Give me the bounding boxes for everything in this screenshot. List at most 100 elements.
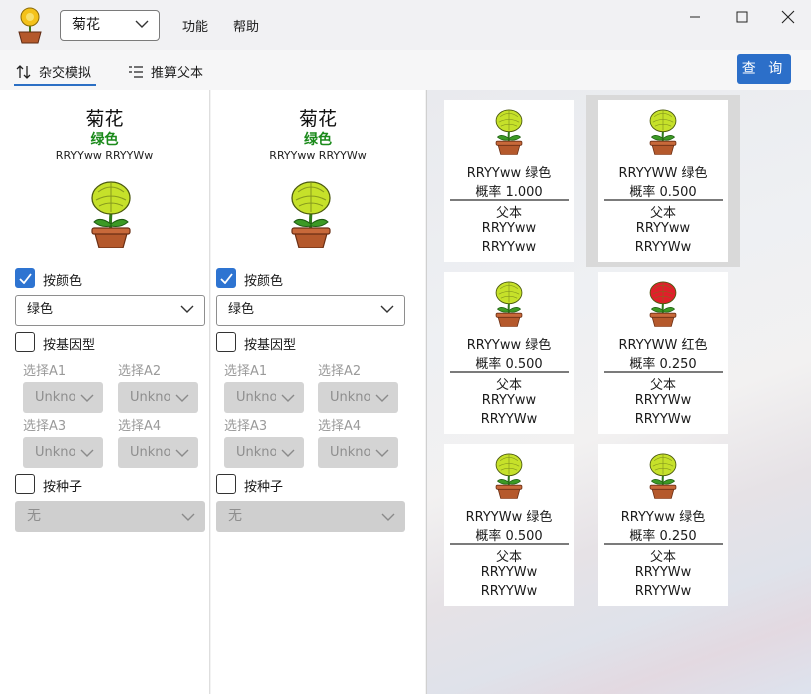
seed-select[interactable]: 无 bbox=[216, 501, 405, 532]
result-parent-2: RRYYww bbox=[481, 240, 537, 255]
color-select-value: 绿色 bbox=[228, 302, 255, 317]
flower-icon bbox=[646, 449, 680, 501]
result-parent-label: 父本 bbox=[495, 550, 522, 565]
select-a3[interactable]: Unknown bbox=[23, 437, 103, 468]
result-card[interactable]: RRYYww 绿色 概率 0.250 父本 RRYYWw RRYYWw bbox=[598, 444, 728, 606]
result-genotype-color: RRYYWw 绿色 bbox=[465, 510, 553, 525]
tab-cross-label: 杂交模拟 bbox=[39, 66, 92, 81]
by-seed-checkbox[interactable] bbox=[216, 474, 236, 494]
title-bar: 菊花 功能 帮助 bbox=[0, 0, 811, 50]
result-probability: 概率 0.500 bbox=[475, 357, 543, 372]
chevron-down-icon bbox=[175, 448, 189, 458]
chevron-down-icon bbox=[80, 393, 94, 403]
by-seed-label: 按种子 bbox=[244, 480, 284, 495]
color-select[interactable]: 绿色 bbox=[216, 295, 405, 326]
chevron-down-icon bbox=[180, 304, 194, 314]
by-color-checkbox[interactable] bbox=[15, 268, 35, 288]
query-button[interactable]: 查 询 bbox=[737, 54, 791, 84]
flower-type-value: 菊花 bbox=[72, 17, 100, 33]
by-seed-label: 按种子 bbox=[43, 480, 83, 495]
color-select-value: 绿色 bbox=[27, 302, 54, 317]
by-color-label: 按颜色 bbox=[43, 274, 83, 289]
result-card[interactable]: RRYYWW 红色 概率 0.250 父本 RRYYWw RRYYWw bbox=[598, 272, 728, 434]
chevron-down-icon bbox=[281, 448, 295, 458]
select-a4-value: Unknown bbox=[130, 445, 170, 460]
minimize-icon[interactable] bbox=[685, 8, 705, 26]
flower-icon bbox=[646, 105, 680, 157]
menu-function[interactable]: 功能 bbox=[182, 16, 208, 35]
tab-infer-parent[interactable]: 推算父本 bbox=[128, 62, 203, 81]
maximize-icon[interactable] bbox=[732, 8, 752, 26]
parent-panel-1: 菊花 绿色 RRYYww RRYYWw 按颜色 绿色 按基因型 选择A1 选择A… bbox=[0, 90, 210, 694]
select-a2[interactable]: Unknown bbox=[118, 382, 198, 413]
select-a4-value: Unknown bbox=[330, 445, 370, 460]
result-probability: 概率 1.000 bbox=[475, 185, 543, 200]
result-parent-1: RRYYww bbox=[481, 221, 537, 236]
checkmark-icon bbox=[19, 273, 32, 284]
flower-type-select[interactable]: 菊花 bbox=[60, 10, 160, 41]
result-genotype-color: RRYYww 绿色 bbox=[466, 166, 552, 181]
list-icon bbox=[129, 65, 143, 78]
result-parent-1: RRYYww bbox=[481, 393, 537, 408]
select-a3-label: 选择A3 bbox=[224, 419, 268, 434]
divider bbox=[450, 543, 569, 545]
chevron-down-icon bbox=[381, 512, 395, 522]
app-flower-icon bbox=[18, 7, 42, 44]
select-a2[interactable]: Unknown bbox=[318, 382, 398, 413]
result-card[interactable]: RRYYww 绿色 概率 1.000 父本 RRYYww RRYYww bbox=[444, 100, 574, 262]
chevron-down-icon bbox=[375, 448, 389, 458]
select-a3-value: Unknown bbox=[236, 445, 276, 460]
color-select[interactable]: 绿色 bbox=[15, 295, 205, 326]
flower-icon bbox=[492, 105, 526, 157]
select-a1-value: Unknown bbox=[35, 390, 75, 405]
result-parent-label: 父本 bbox=[495, 206, 522, 221]
flower-color: 绿色 bbox=[90, 132, 119, 148]
result-probability: 概率 0.500 bbox=[475, 529, 543, 544]
flower-genotype: RRYYww RRYYWw bbox=[55, 149, 154, 162]
result-parent-label: 父本 bbox=[649, 550, 676, 565]
flower-name: 菊花 bbox=[85, 108, 124, 130]
result-parent-label: 父本 bbox=[649, 378, 676, 393]
seed-select[interactable]: 无 bbox=[15, 501, 205, 532]
chevron-down-icon bbox=[380, 304, 394, 314]
chevron-down-icon bbox=[375, 393, 389, 403]
result-genotype-color: RRYYWW 红色 bbox=[618, 338, 708, 353]
divider bbox=[450, 371, 569, 373]
select-a4[interactable]: Unknown bbox=[118, 437, 198, 468]
parent-panel-2: 菊花 绿色 RRYYww RRYYWw 按颜色 绿色 按基因型 选择A1 选择A… bbox=[211, 90, 425, 694]
tab-cross-simulation[interactable]: 杂交模拟 bbox=[16, 62, 91, 81]
close-icon[interactable] bbox=[778, 8, 798, 26]
chevron-down-icon bbox=[135, 19, 149, 29]
by-gene-checkbox[interactable] bbox=[216, 332, 236, 352]
active-tab-indicator bbox=[14, 84, 96, 86]
result-probability: 概率 0.500 bbox=[629, 185, 697, 200]
select-a3[interactable]: Unknown bbox=[224, 437, 304, 468]
select-a4[interactable]: Unknown bbox=[318, 437, 398, 468]
tab-parent-label: 推算父本 bbox=[151, 66, 204, 81]
select-a4-label: 选择A4 bbox=[118, 419, 162, 434]
result-card[interactable]: RRYYWw 绿色 概率 0.500 父本 RRYYWw RRYYWw bbox=[444, 444, 574, 606]
result-parent-2: RRYYWw bbox=[634, 584, 692, 599]
select-a1[interactable]: Unknown bbox=[23, 382, 103, 413]
result-parent-2: RRYYWw bbox=[480, 412, 538, 427]
by-color-checkbox[interactable] bbox=[216, 268, 236, 288]
by-gene-label: 按基因型 bbox=[244, 338, 297, 353]
divider bbox=[604, 543, 723, 545]
select-a4-label: 选择A4 bbox=[318, 419, 362, 434]
select-a3-label: 选择A3 bbox=[23, 419, 67, 434]
result-parent-2: RRYYWw bbox=[634, 412, 692, 427]
select-a1[interactable]: Unknown bbox=[224, 382, 304, 413]
select-a2-label: 选择A2 bbox=[118, 364, 162, 379]
flower-name: 菊花 bbox=[298, 108, 337, 130]
result-card[interactable]: RRYYWW 绿色 概率 0.500 父本 RRYYww RRYYWw bbox=[598, 100, 728, 262]
result-genotype-color: RRYYww 绿色 bbox=[620, 510, 706, 525]
by-gene-checkbox[interactable] bbox=[15, 332, 35, 352]
select-a2-value: Unknown bbox=[130, 390, 170, 405]
divider bbox=[450, 199, 569, 201]
by-seed-checkbox[interactable] bbox=[15, 474, 35, 494]
result-parent-label: 父本 bbox=[649, 206, 676, 221]
toolbar: 杂交模拟 推算父本 bbox=[0, 50, 811, 90]
menu-help[interactable]: 帮助 bbox=[233, 16, 259, 35]
result-card[interactable]: RRYYww 绿色 概率 0.500 父本 RRYYww RRYYWw bbox=[444, 272, 574, 434]
flower-icon bbox=[646, 277, 680, 329]
